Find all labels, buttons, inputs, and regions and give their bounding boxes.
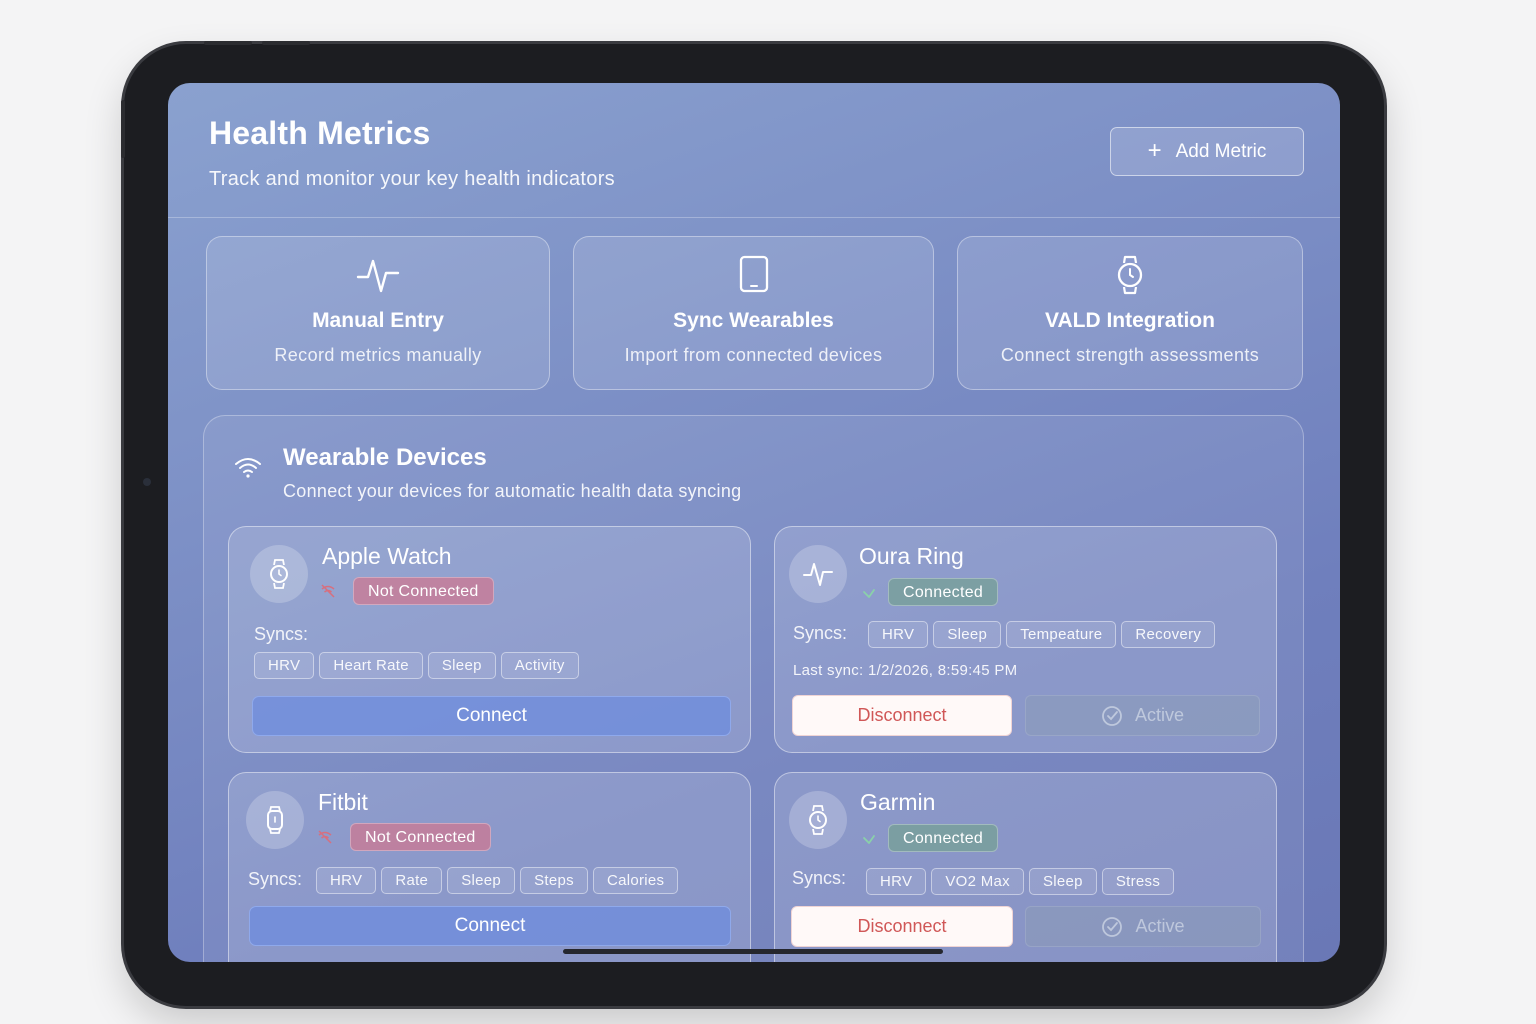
last-sync-text: Last sync: 1/2/2026, 8:59:45 PM: [793, 662, 1018, 679]
sync-tags: HRV Sleep Tempeature Recovery: [868, 621, 1216, 648]
card-subtitle: Connect strength assessments: [1000, 345, 1260, 365]
check-circle-icon: [1102, 916, 1123, 937]
card-subtitle: Record metrics manually: [274, 345, 482, 365]
page-title: Health Metrics: [209, 115, 431, 151]
volume-button: [262, 41, 310, 45]
add-metric-button[interactable]: + Add Metric: [1110, 127, 1304, 176]
sync-tag: VO2 Max: [931, 868, 1024, 895]
power-button: [121, 100, 125, 158]
sync-tag: Tempeature: [1006, 621, 1117, 648]
status-badge: Connected: [888, 824, 999, 852]
sync-tag: Recovery: [1121, 621, 1216, 648]
syncs-label: Syncs:: [792, 868, 847, 888]
check-circle-icon: [1102, 705, 1122, 726]
plus-icon: +: [1147, 136, 1162, 164]
sync-tag: Sleep: [447, 867, 516, 894]
check-icon: [863, 835, 875, 844]
add-metric-label: Add Metric: [1175, 140, 1267, 162]
status-badge: Connected: [888, 578, 999, 606]
card-title: Sync Wearables: [673, 309, 834, 332]
manual-entry-card[interactable]: Manual Entry Record metrics manually: [206, 236, 550, 390]
front-camera: [143, 478, 151, 486]
wearable-devices-title: Wearable Devices: [283, 444, 487, 471]
disconnect-button[interactable]: Disconnect: [792, 695, 1012, 736]
home-indicator[interactable]: [563, 949, 943, 954]
connect-button[interactable]: Connect: [252, 696, 731, 736]
vald-integration-card[interactable]: VALD Integration Connect strength assess…: [957, 236, 1303, 390]
wifi-off-icon: [321, 584, 335, 598]
page-subtitle: Track and monitor your key health indica…: [209, 168, 615, 190]
wifi-off-icon: [318, 830, 332, 844]
sync-tag: Sleep: [1028, 868, 1097, 895]
status-badge: Not Connected: [350, 823, 491, 851]
device-card-garmin: Garmin Connected Syncs: HRV VO2 Max Slee…: [774, 772, 1277, 962]
device-card-oura-ring: Oura Ring Connected Syncs: HRV Sleep Tem…: [774, 526, 1277, 753]
sync-tags: HRV VO2 Max Sleep Stress: [866, 868, 1175, 895]
volume-button: [204, 41, 252, 45]
page-header: Health Metrics Track and monitor your ke…: [168, 83, 1340, 218]
device-name: Garmin: [860, 789, 936, 815]
sync-tag: HRV: [254, 652, 315, 679]
sync-tag: Sleep: [933, 621, 1002, 648]
device-name: Oura Ring: [859, 543, 964, 569]
sync-tag: HRV: [866, 868, 927, 895]
card-subtitle: Import from connected devices: [624, 345, 883, 365]
wearable-devices-subtitle: Connect your devices for automatic healt…: [283, 481, 742, 501]
app-screen: Health Metrics Track and monitor your ke…: [168, 83, 1340, 962]
syncs-label: Syncs:: [248, 869, 303, 889]
pulse-icon: [207, 255, 549, 295]
wifi-icon: [233, 455, 263, 484]
disconnect-button[interactable]: Disconnect: [791, 906, 1013, 947]
sync-tag: Calories: [592, 867, 679, 894]
active-button[interactable]: Active: [1025, 906, 1261, 947]
active-label: Active: [1135, 916, 1185, 936]
sync-tag: Heart Rate: [319, 652, 423, 679]
connect-button[interactable]: Connect: [249, 906, 731, 946]
watch-icon: [958, 255, 1302, 295]
device-name: Apple Watch: [322, 543, 452, 569]
check-icon: [863, 589, 875, 598]
status-badge: Not Connected: [353, 577, 494, 605]
watch-icon: [250, 545, 308, 603]
pulse-icon: [789, 545, 847, 603]
device-card-fitbit: Fitbit Not Connected Syncs: HRV Rate Sle…: [228, 772, 751, 962]
active-label: Active: [1134, 705, 1185, 725]
syncs-label: Syncs:: [254, 624, 309, 644]
card-title: Manual Entry: [312, 309, 444, 332]
syncs-label: Syncs:: [793, 623, 848, 643]
fitness-band-icon: [246, 791, 304, 849]
sync-tag: Activity: [500, 652, 579, 679]
card-title: VALD Integration: [1045, 309, 1215, 332]
sync-tag: Rate: [381, 867, 443, 894]
sync-tag: Steps: [520, 867, 588, 894]
sync-tag: HRV: [868, 621, 929, 648]
sync-tag: HRV: [316, 867, 377, 894]
sync-tag: Stress: [1101, 868, 1175, 895]
device-name: Fitbit: [318, 789, 368, 815]
watch-icon: [789, 791, 847, 849]
tablet-icon: [574, 255, 933, 295]
sync-wearables-card[interactable]: Sync Wearables Import from connected dev…: [573, 236, 934, 390]
sync-tags: HRV Heart Rate Sleep Activity: [254, 652, 579, 679]
sync-tag: Sleep: [427, 652, 496, 679]
active-button[interactable]: Active: [1025, 695, 1260, 736]
device-card-apple-watch: Apple Watch Not Connected Syncs: HRV Hea…: [228, 526, 751, 753]
sync-tags: HRV Rate Sleep Steps Calories: [316, 867, 679, 894]
